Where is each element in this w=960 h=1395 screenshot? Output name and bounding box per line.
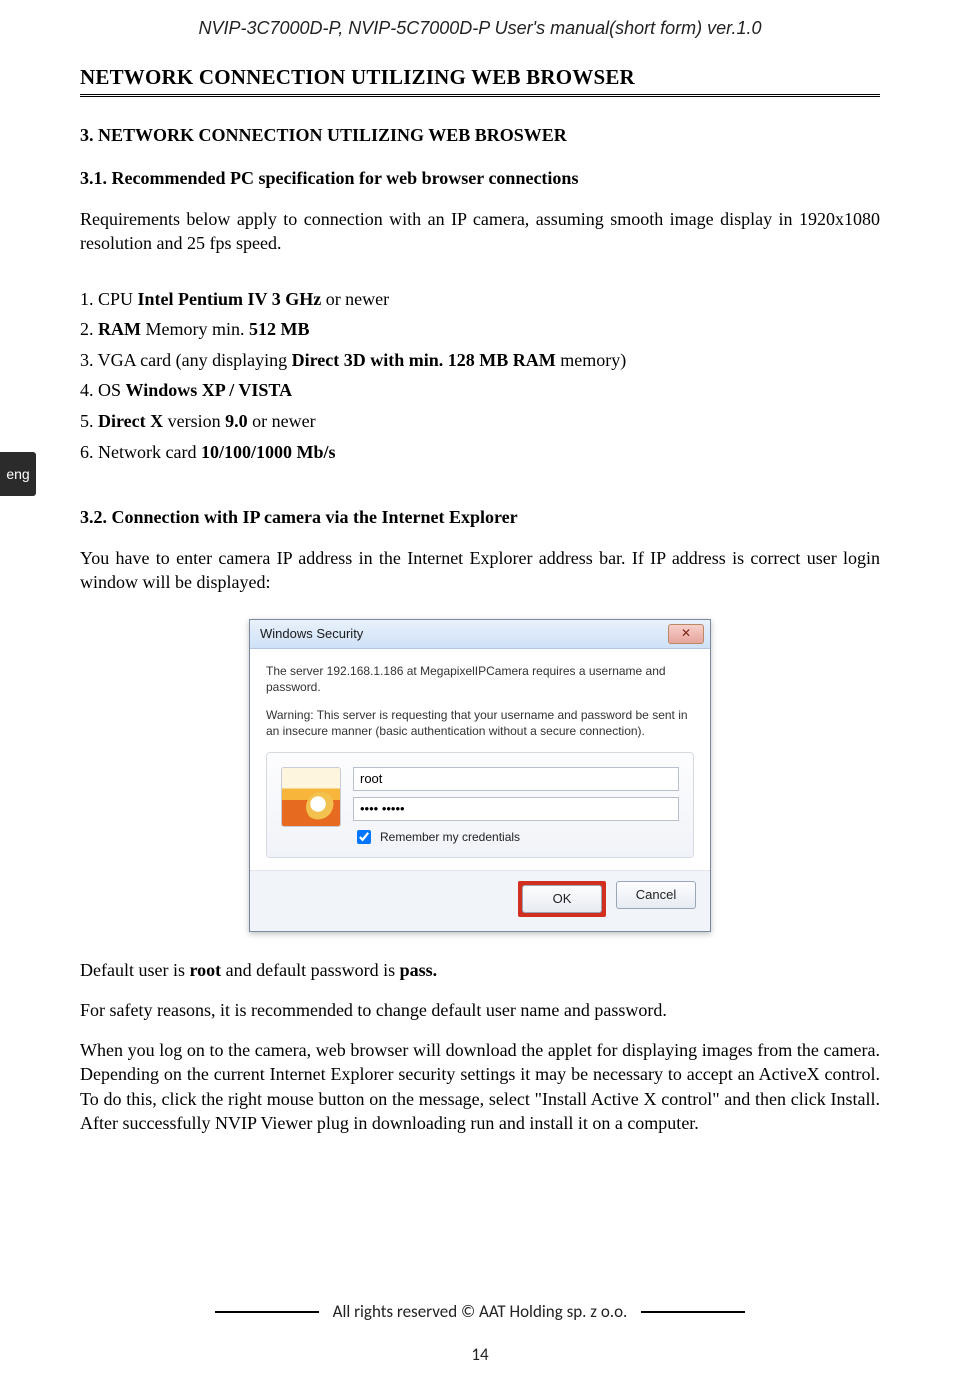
close-icon[interactable]: ✕ [668, 624, 704, 644]
username-field[interactable] [353, 767, 679, 791]
avatar [281, 767, 341, 827]
language-tab: eng [0, 452, 36, 496]
footer-rule-right [641, 1311, 745, 1313]
credentials-panel: Remember my credentials [266, 752, 694, 858]
ok-highlight: OK [518, 881, 606, 917]
remember-credentials[interactable]: Remember my credentials [353, 827, 679, 847]
chapter-rule [80, 94, 880, 97]
remember-checkbox[interactable] [357, 830, 371, 844]
spec-item-5: 5. Direct X version 9.0 or newer [80, 406, 880, 437]
chapter-title: NETWORK CONNECTION UTILIZING WEB BROWSER [80, 65, 880, 90]
dialog-titlebar: Windows Security ✕ [250, 620, 710, 649]
default-credentials-note: Default user is root and default passwor… [80, 958, 880, 982]
safety-note: For safety reasons, it is recommended to… [80, 998, 880, 1022]
ok-button[interactable]: OK [522, 885, 602, 913]
spec-item-3: 3. VGA card (any displaying Direct 3D wi… [80, 345, 880, 376]
running-head: NVIP-3C7000D-P, NVIP-5C7000D-P User's ma… [80, 18, 880, 39]
windows-security-dialog: Windows Security ✕ The server 192.168.1.… [249, 619, 711, 932]
remember-label: Remember my credentials [380, 830, 520, 844]
spec-list: 1. CPU Intel Pentium IV 3 GHz or newer 2… [80, 284, 880, 468]
login-dialog-figure: Windows Security ✕ The server 192.168.1.… [80, 619, 880, 932]
page-number: 14 [80, 1344, 880, 1365]
document-page: NVIP-3C7000D-P, NVIP-5C7000D-P User's ma… [0, 0, 960, 1395]
copyright-text: All rights reserved © AAT Holding sp. z … [333, 1301, 628, 1322]
spec-item-4: 4. OS Windows XP / VISTA [80, 375, 880, 406]
page-footer: All rights reserved © AAT Holding sp. z … [80, 1301, 880, 1365]
section-3-heading: 3. NETWORK CONNECTION UTILIZING WEB BROS… [80, 125, 880, 146]
dialog-footer: OK Cancel [250, 870, 710, 931]
dialog-title: Windows Security [260, 626, 363, 641]
password-field[interactable] [353, 797, 679, 821]
spec-item-1: 1. CPU Intel Pentium IV 3 GHz or newer [80, 284, 880, 315]
section-3-1-intro: Requirements below apply to connection w… [80, 207, 880, 256]
dialog-message-1: The server 192.168.1.186 at MegapixelIPC… [266, 663, 694, 695]
dialog-body: The server 192.168.1.186 at MegapixelIPC… [250, 649, 710, 870]
cancel-button[interactable]: Cancel [616, 881, 696, 909]
activex-note: When you log on to the camera, web brows… [80, 1038, 880, 1135]
footer-rule-left [215, 1311, 319, 1313]
subsection-3-2-heading: 3.2. Connection with IP camera via the I… [80, 507, 880, 528]
section-3-2-intro: You have to enter camera IP address in t… [80, 546, 880, 595]
spec-item-2: 2. RAM Memory min. 512 MB [80, 314, 880, 345]
dialog-message-2: Warning: This server is requesting that … [266, 707, 694, 739]
subsection-3-1-heading: 3.1. Recommended PC specification for we… [80, 168, 880, 189]
spec-item-6: 6. Network card 10/100/1000 Mb/s [80, 437, 880, 468]
